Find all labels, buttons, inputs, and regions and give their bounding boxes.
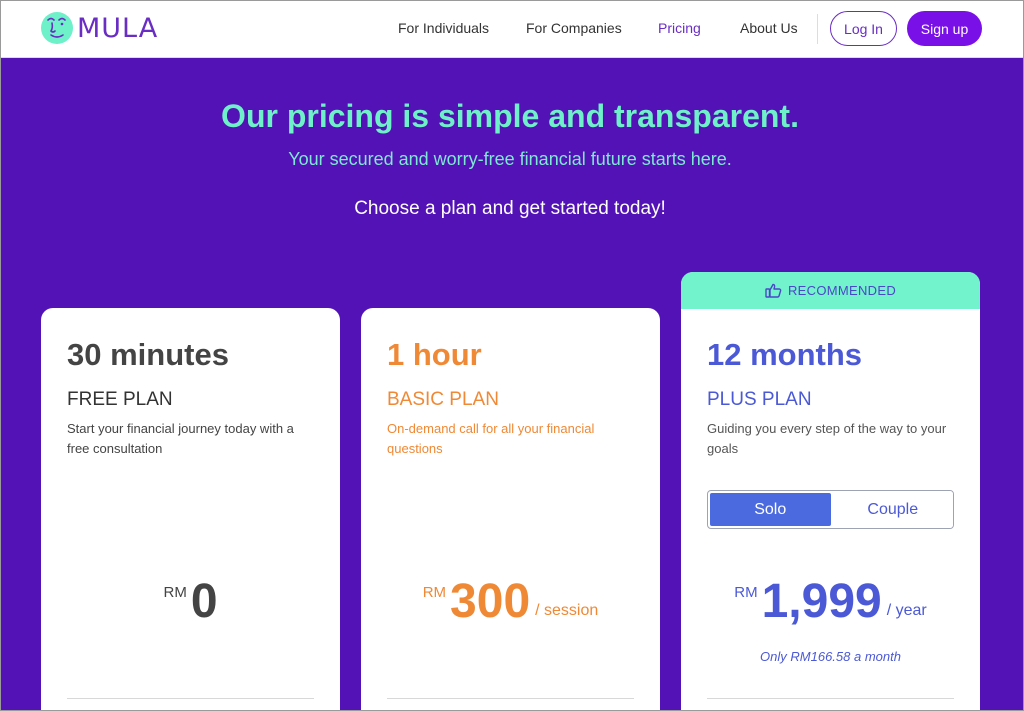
price-currency: RM <box>163 584 187 601</box>
plan-card-basic: 1 hour BASIC PLAN On-demand call for all… <box>361 308 660 710</box>
monthly-price-note: Only RM166.58 a month <box>760 649 901 664</box>
plan-description: On-demand call for all your financial qu… <box>387 421 595 456</box>
choose-plan-text: Choose a plan and get started today! <box>354 198 666 219</box>
card-divider <box>387 698 634 699</box>
plan-card-plus: RECOMMENDED 12 months PLUS PLAN Guiding … <box>681 272 980 710</box>
top-navbar: MULA For Individuals For Companies Prici… <box>1 1 1023 58</box>
thumbs-up-icon <box>765 283 782 298</box>
toggle-couple[interactable]: Couple <box>832 491 953 528</box>
price-currency: RM <box>734 584 758 601</box>
price-currency: RM <box>422 584 447 601</box>
login-button[interactable]: Log In <box>830 11 897 46</box>
nav-link-for-individuals[interactable]: For Individuals <box>398 20 489 36</box>
price-period: / year <box>886 602 927 619</box>
pricing-section: Our pricing is simple and transparent. Y… <box>1 58 1023 710</box>
plan-description: Start your financial journey today with … <box>67 421 294 456</box>
mula-face-logo-icon <box>41 12 73 44</box>
plan-card-free: 30 minutes FREE PLAN Start your financia… <box>41 308 340 710</box>
page-subtitle: Your secured and worry-free financial fu… <box>288 149 732 169</box>
signup-button[interactable]: Sign up <box>907 11 982 46</box>
card-divider <box>707 698 954 699</box>
plan-description: Guiding you every step of the way to you… <box>707 421 947 456</box>
plan-price: RM 1,999 / year <box>681 576 980 628</box>
price-period: / session <box>535 602 599 619</box>
plan-name: PLUS PLAN <box>707 389 812 410</box>
price-amount: 0 <box>190 575 218 628</box>
plan-duration: 30 minutes <box>67 337 229 372</box>
price-amount: 300 <box>450 575 531 628</box>
recommended-label: RECOMMENDED <box>787 283 897 298</box>
plan-price: RM 300 / session <box>361 576 660 628</box>
nav-link-pricing[interactable]: Pricing <box>658 20 701 36</box>
nav-link-about-us[interactable]: About Us <box>740 20 798 36</box>
plan-duration: 1 hour <box>387 337 482 372</box>
brand-name: MULA <box>77 12 159 44</box>
plan-name: BASIC PLAN <box>387 389 499 410</box>
solo-couple-toggle: Solo Couple <box>707 490 954 529</box>
nav-link-for-companies[interactable]: For Companies <box>526 20 622 36</box>
card-divider <box>67 698 314 699</box>
plan-name: FREE PLAN <box>67 389 173 410</box>
toggle-solo[interactable]: Solo <box>710 493 831 526</box>
recommended-badge: RECOMMENDED <box>681 272 980 309</box>
price-amount: 1,999 <box>761 575 882 628</box>
plan-price: RM 0 <box>41 576 340 628</box>
page-frame: MULA For Individuals For Companies Prici… <box>0 0 1024 711</box>
plan-duration: 12 months <box>707 337 863 372</box>
page-title: Our pricing is simple and transparent. <box>221 98 799 134</box>
brand-logo[interactable]: MULA <box>40 11 158 45</box>
nav-divider <box>817 14 818 44</box>
